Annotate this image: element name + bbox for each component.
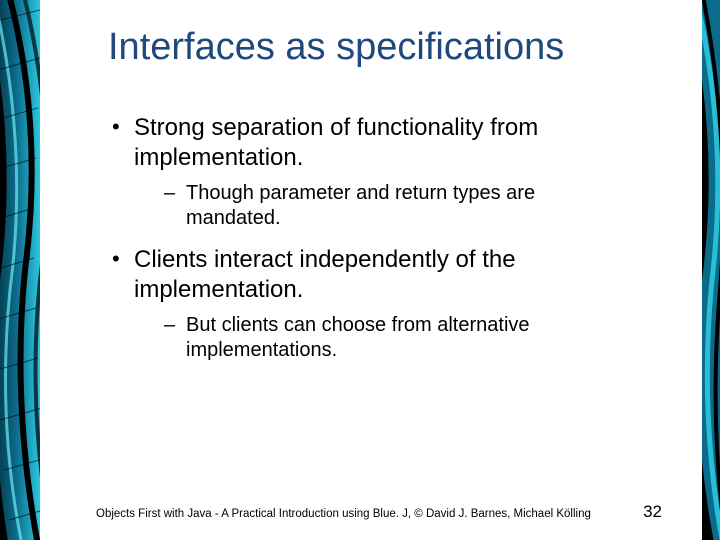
slide: Interfaces as specifications Strong sepa… <box>0 0 720 540</box>
bullet-item: Clients interact independently of the im… <box>110 245 632 363</box>
sub-bullet-item: Though parameter and return types are ma… <box>164 181 632 231</box>
sub-bullet-list: But clients can choose from alternative … <box>164 313 632 363</box>
slide-footer: Objects First with Java - A Practical In… <box>96 502 662 522</box>
decorative-feather-left <box>0 0 40 540</box>
bullet-list: Strong separation of functionality from … <box>110 113 632 363</box>
sub-bullet-list: Though parameter and return types are ma… <box>164 181 632 231</box>
sub-bullet-item: But clients can choose from alternative … <box>164 313 632 363</box>
slide-title: Interfaces as specifications <box>108 26 702 69</box>
page-number: 32 <box>643 502 662 522</box>
decorative-feather-right <box>702 0 720 540</box>
bullet-text: Strong separation of functionality from … <box>134 114 538 171</box>
bullet-item: Strong separation of functionality from … <box>110 113 632 231</box>
sub-bullet-text: But clients can choose from alternative … <box>186 314 530 361</box>
bullet-text: Clients interact independently of the im… <box>134 246 516 303</box>
footer-attribution: Objects First with Java - A Practical In… <box>96 508 591 520</box>
sub-bullet-text: Though parameter and return types are ma… <box>186 182 535 229</box>
slide-content: Interfaces as specifications Strong sepa… <box>40 0 702 540</box>
